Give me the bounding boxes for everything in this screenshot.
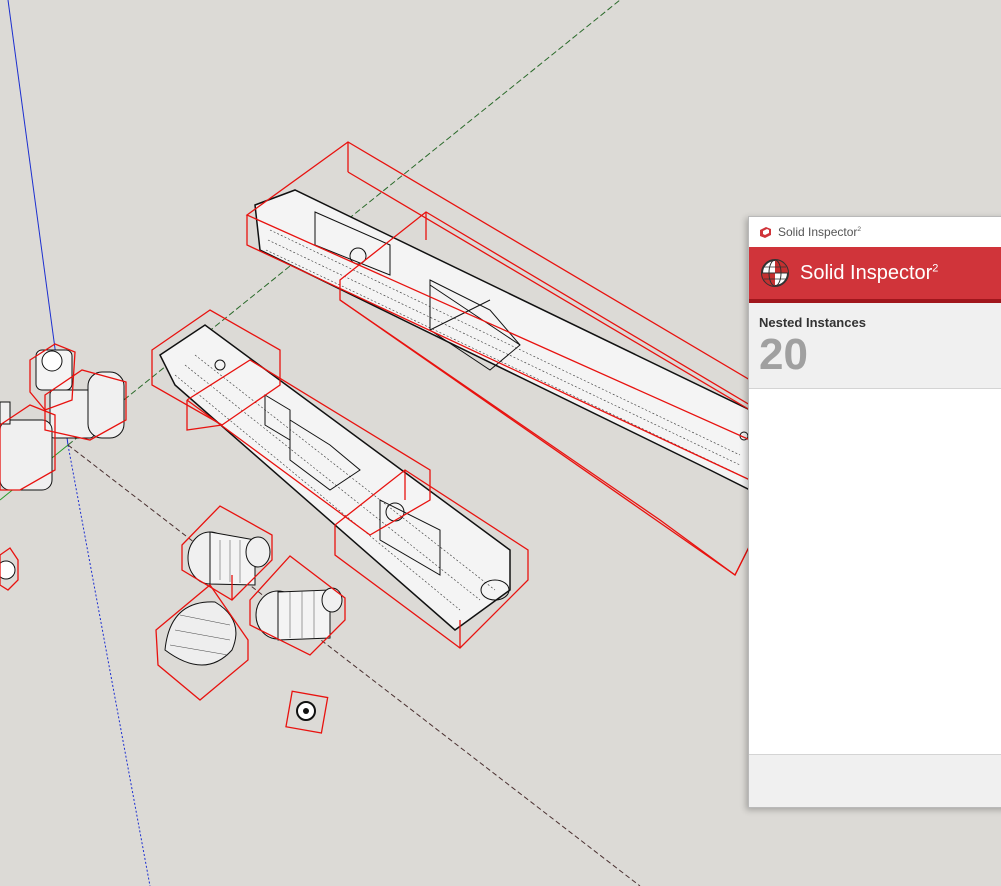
small-part-ring-2[interactable]: [255, 587, 343, 641]
small-part-dome[interactable]: [164, 601, 237, 666]
nested-instances-label: Nested Instances: [759, 315, 866, 330]
solid-inspector-globe-icon: [761, 259, 789, 287]
dialog-footer: [749, 754, 1001, 807]
nested-instances-count: 20: [759, 330, 808, 379]
dialog-window-title: Solid Inspector2: [778, 225, 862, 239]
solid-inspector-dialog[interactable]: Solid Inspector2 Solid Inspector2 Nested…: [748, 216, 1001, 808]
dialog-content-area: [749, 389, 1001, 754]
dialog-header: Solid Inspector2: [749, 247, 1001, 303]
nested-instances-summary: Nested Instances 20: [749, 303, 1001, 389]
dialog-header-title: Solid Inspector2: [800, 261, 939, 284]
small-part-knob[interactable]: [296, 701, 316, 721]
blue-axis-negative: [67, 444, 151, 886]
left-parts-cluster[interactable]: [0, 349, 125, 580]
sketchup-icon: [760, 226, 771, 238]
dialog-titlebar[interactable]: Solid Inspector2: [749, 217, 1001, 247]
small-part-ring-1[interactable]: [187, 531, 271, 586]
